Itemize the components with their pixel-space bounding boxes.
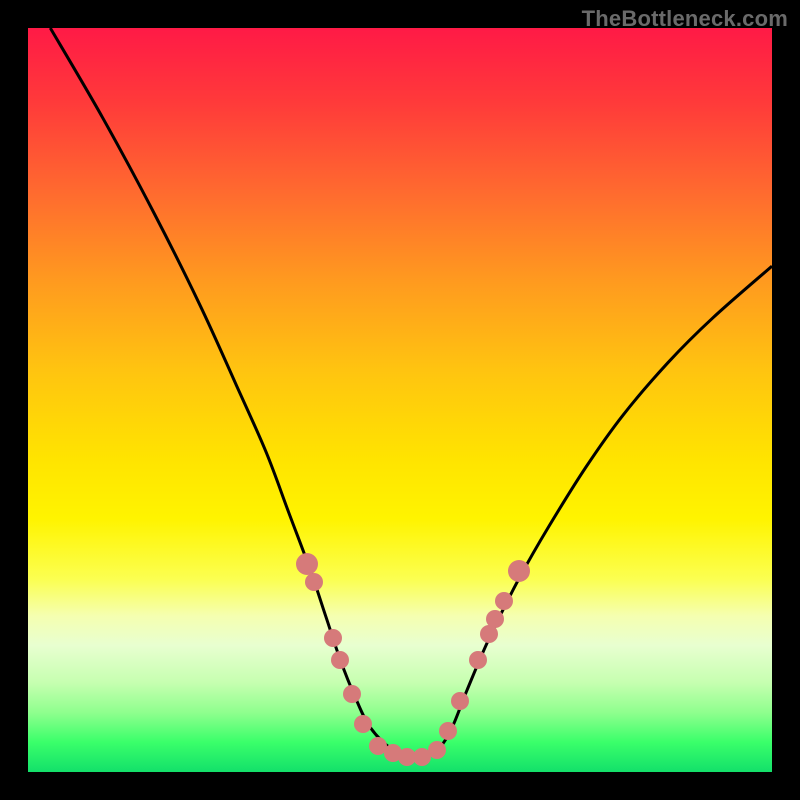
marker-dot [305, 573, 323, 591]
marker-dot [343, 685, 361, 703]
watermark-text: TheBottleneck.com [582, 6, 788, 32]
marker-dot [331, 651, 349, 669]
green-zone [28, 738, 772, 772]
marker-dot [324, 629, 342, 647]
plot-area [28, 28, 772, 772]
bottleneck-curve [50, 28, 772, 757]
chart-frame: TheBottleneck.com [0, 0, 800, 800]
marker-dot [354, 715, 372, 733]
marker-dot [469, 651, 487, 669]
marker-dot [508, 560, 530, 582]
marker-dot [495, 592, 513, 610]
curve-layer [28, 28, 772, 772]
marker-dot [451, 692, 469, 710]
marker-dot [296, 553, 318, 575]
marker-dot [486, 610, 504, 628]
